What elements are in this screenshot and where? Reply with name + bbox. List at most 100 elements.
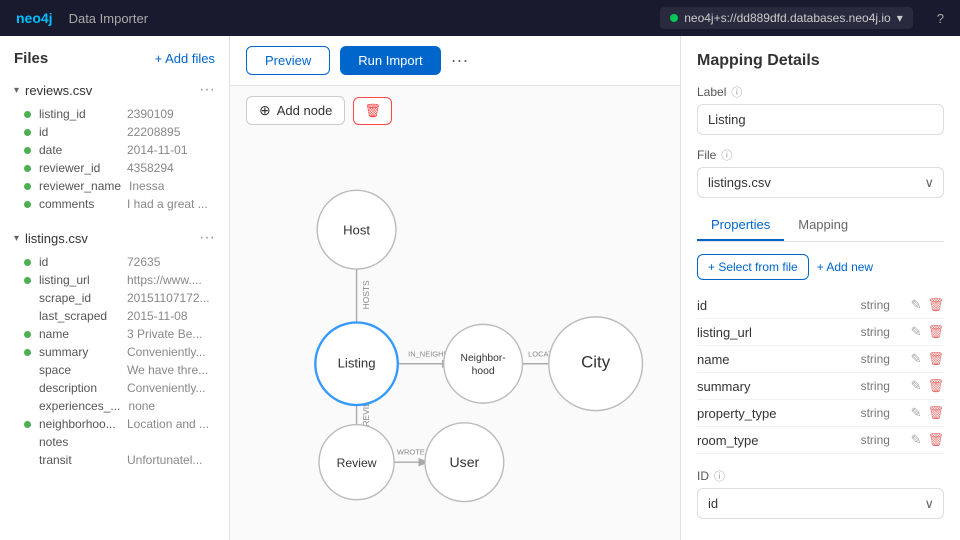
- property-actions: ✎ 🗑: [911, 378, 944, 394]
- main-toolbar-left: Preview Run Import ···: [246, 46, 469, 75]
- property-type: string: [861, 433, 911, 447]
- file-header[interactable]: ▾ reviews.csv ···: [0, 75, 229, 105]
- row-value: Inessa: [129, 179, 164, 193]
- preview-button[interactable]: Preview: [246, 46, 330, 75]
- tab-properties[interactable]: Properties: [697, 210, 784, 241]
- list-item: reviewer_name Inessa: [0, 177, 229, 195]
- list-item: transit Unfortunatel...: [0, 451, 229, 469]
- row-key: reviewer_id: [39, 161, 119, 175]
- topbar: neo4j Data Importer neo4j+s://dd889dfd.d…: [0, 0, 960, 36]
- file-name: reviews.csv: [25, 83, 92, 98]
- id-select[interactable]: id: [697, 488, 944, 519]
- select-from-file-button[interactable]: + Select from file: [697, 254, 809, 280]
- sidebar-header: Files + Add files: [0, 36, 229, 75]
- graph-svg: HOSTS IN_NEIGHBORHOOD LOCATED_IN REVIEWS…: [230, 135, 680, 540]
- help-icon[interactable]: ?: [937, 11, 944, 26]
- id-info-icon[interactable]: ⓘ: [714, 468, 725, 484]
- add-files-button[interactable]: + Add files: [155, 51, 215, 66]
- panel-actions: + Select from file + Add new: [697, 254, 944, 280]
- row-key: id: [39, 255, 119, 269]
- file-name: listings.csv: [25, 231, 88, 246]
- row-dot: [24, 457, 31, 464]
- chevron-down-icon: ▾: [14, 85, 19, 96]
- row-key: scrape_id: [39, 291, 119, 305]
- id-label: ID ⓘ: [697, 468, 944, 484]
- row-value: 2015-11-08: [127, 309, 188, 323]
- list-item: neighborhoo... Location and ...: [0, 415, 229, 433]
- row-dot: [24, 439, 31, 446]
- list-item: name 3 Private Be...: [0, 325, 229, 343]
- more-options-button[interactable]: ···: [451, 46, 469, 75]
- graph-canvas[interactable]: HOSTS IN_NEIGHBORHOOD LOCATED_IN REVIEWS…: [230, 135, 680, 540]
- property-name: id: [697, 298, 861, 313]
- delete-icon[interactable]: 🗑: [927, 405, 944, 421]
- row-key: transit: [39, 453, 119, 467]
- row-dot: [24, 147, 31, 154]
- property-type: string: [861, 406, 911, 420]
- row-value: 3 Private Be...: [127, 327, 202, 341]
- row-value: https://www....: [127, 273, 202, 287]
- list-item: listing_url https://www....: [0, 271, 229, 289]
- id-section: ID ⓘ id ∨: [697, 468, 944, 519]
- edit-icon[interactable]: ✎: [911, 378, 922, 394]
- label-info-icon[interactable]: ⓘ: [731, 84, 742, 100]
- file-info-icon[interactable]: ⓘ: [721, 147, 732, 163]
- file-select-wrap: listings.csv ∨: [697, 167, 944, 198]
- row-dot: [24, 295, 31, 302]
- property-row: id string ✎ 🗑: [697, 292, 944, 319]
- edit-icon[interactable]: ✎: [911, 324, 922, 340]
- edit-icon[interactable]: ✎: [911, 405, 922, 421]
- row-dot: [24, 349, 31, 356]
- row-dot: [24, 111, 31, 118]
- file-select[interactable]: listings.csv: [697, 167, 944, 198]
- file-header-left: ▾ reviews.csv: [14, 83, 92, 98]
- sidebar: Files + Add files ▾ reviews.csv ··· list…: [0, 36, 230, 540]
- edit-icon[interactable]: ✎: [911, 297, 922, 313]
- label-input[interactable]: [697, 104, 944, 135]
- row-value: Conveniently...: [127, 345, 206, 359]
- list-item: notes: [0, 433, 229, 451]
- property-name: listing_url: [697, 325, 861, 340]
- id-select-wrap: id ∨: [697, 488, 944, 519]
- property-actions: ✎ 🗑: [911, 324, 944, 340]
- property-type: string: [861, 352, 911, 366]
- list-item: comments I had a great ...: [0, 195, 229, 213]
- property-type: string: [861, 298, 911, 312]
- tab-mapping[interactable]: Mapping: [784, 210, 862, 241]
- delete-icon[interactable]: 🗑: [927, 432, 944, 448]
- row-value: none: [128, 399, 155, 413]
- label-field-label: Label ⓘ: [697, 84, 944, 100]
- file-header[interactable]: ▾ listings.csv ···: [0, 223, 229, 253]
- row-key: comments: [39, 197, 119, 211]
- property-actions: ✎ 🗑: [911, 351, 944, 367]
- list-item: listing_id 2390109: [0, 105, 229, 123]
- main-toolbar: Preview Run Import ···: [230, 36, 680, 86]
- node-user-label: User: [450, 454, 480, 470]
- delete-icon[interactable]: 🗑: [927, 324, 944, 340]
- file-rows: id 72635 listing_url https://www.... scr…: [0, 253, 229, 475]
- file-field: File ⓘ listings.csv ∨: [697, 147, 944, 198]
- delete-icon[interactable]: 🗑: [927, 378, 944, 394]
- edge-hosts-label: HOSTS: [361, 280, 371, 309]
- list-item: id 72635: [0, 253, 229, 271]
- row-key: notes: [39, 435, 119, 449]
- db-selector[interactable]: neo4j+s://dd889dfd.databases.neo4j.io ▾: [660, 7, 913, 29]
- delete-button[interactable]: 🗑: [353, 97, 392, 125]
- row-value: We have thre...: [127, 363, 208, 377]
- file-more-icon[interactable]: ···: [199, 229, 215, 247]
- db-arrow-icon: ▾: [897, 11, 903, 25]
- edit-icon[interactable]: ✎: [911, 351, 922, 367]
- delete-icon[interactable]: 🗑: [927, 351, 944, 367]
- add-new-button[interactable]: + Add new: [817, 254, 873, 280]
- edit-icon[interactable]: ✎: [911, 432, 922, 448]
- run-import-button[interactable]: Run Import: [340, 46, 440, 75]
- property-name: property_type: [697, 406, 861, 421]
- row-dot: [24, 403, 31, 410]
- row-value: 72635: [127, 255, 160, 269]
- row-dot: [24, 259, 31, 266]
- file-more-icon[interactable]: ···: [199, 81, 215, 99]
- row-key: name: [39, 327, 119, 341]
- add-node-button[interactable]: ⊕ Add node: [246, 96, 345, 125]
- property-name: room_type: [697, 433, 861, 448]
- delete-icon[interactable]: 🗑: [927, 297, 944, 313]
